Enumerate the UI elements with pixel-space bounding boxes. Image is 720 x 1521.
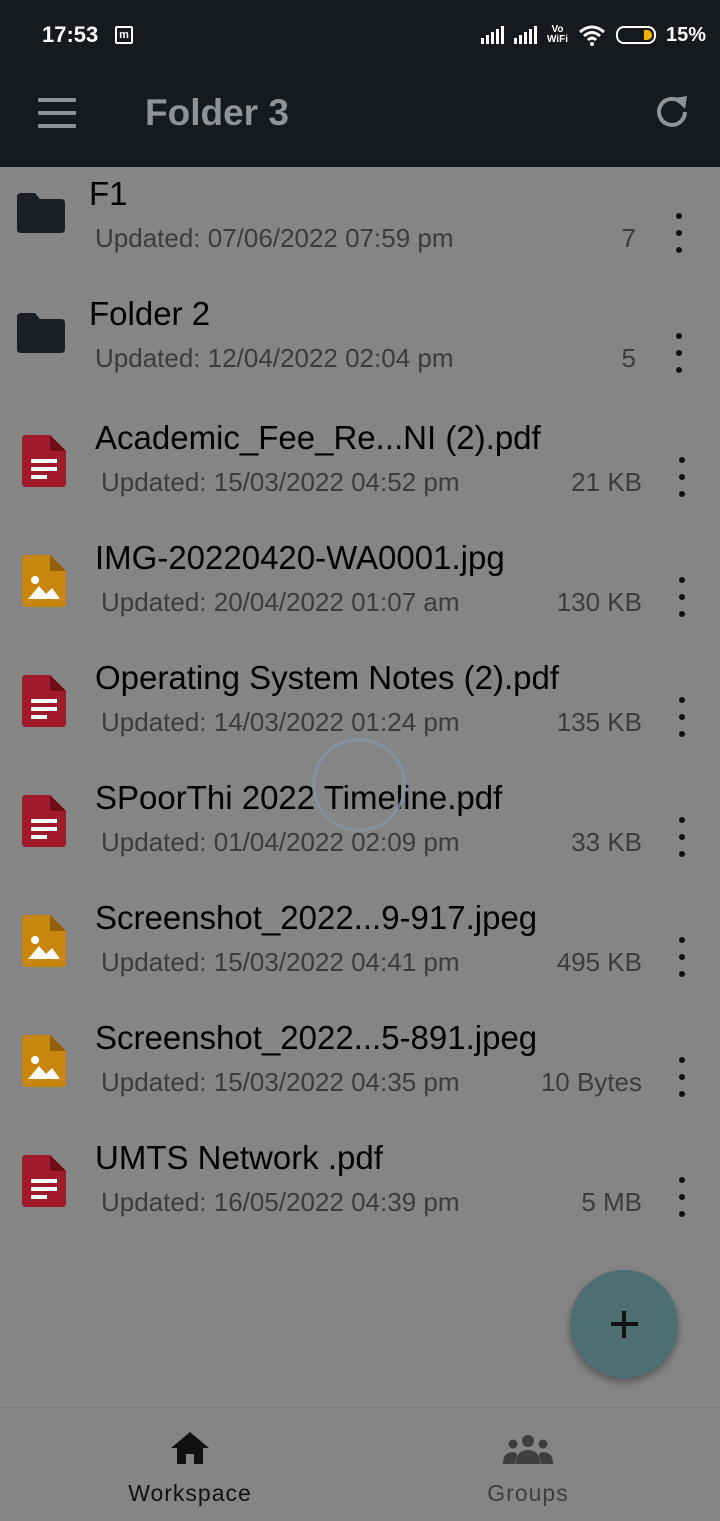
signal-icon <box>513 26 537 44</box>
file-row[interactable]: Academic_Fee_Re...NI (2).pdf Updated: 15/… <box>0 407 720 527</box>
pdf-file-icon <box>22 795 66 847</box>
item-name: Screenshot_2022...9-917.jpeg <box>95 899 538 936</box>
image-file-icon <box>22 1035 66 1087</box>
item-updated: Updated: 20/04/2022 01:07 am <box>101 587 460 617</box>
folder-icon <box>17 313 65 353</box>
image-file-icon <box>22 915 66 967</box>
tab-groups[interactable]: Groups <box>433 1408 623 1521</box>
more-options-icon[interactable] <box>672 1177 692 1217</box>
item-size: 33 KB <box>571 827 642 857</box>
item-size: 21 KB <box>571 467 642 497</box>
item-size: 135 KB <box>556 707 642 737</box>
item-name: UMTS Network .pdf <box>95 1139 383 1176</box>
more-options-icon[interactable] <box>672 817 692 857</box>
signal-icon <box>480 26 504 44</box>
page-title: Folder 3 <box>145 92 289 133</box>
item-size: 5 <box>621 343 636 373</box>
status-time: 17:53 <box>42 22 99 47</box>
pdf-file-icon <box>22 435 66 487</box>
status-indicators: Vo WiFi 15% <box>480 20 706 50</box>
item-name: Academic_Fee_Re...NI (2).pdf <box>95 419 541 456</box>
tab-workspace-label: Workspace <box>128 1480 252 1506</box>
battery-icon <box>615 26 656 44</box>
more-options-icon[interactable] <box>672 457 692 497</box>
notification-icon: m <box>115 26 133 44</box>
pdf-file-icon <box>22 1155 66 1207</box>
groups-icon <box>503 1435 553 1464</box>
more-options-icon[interactable] <box>672 1057 692 1097</box>
item-updated: Updated: 16/05/2022 04:39 pm <box>101 1187 460 1217</box>
image-file-icon <box>22 555 66 607</box>
tab-groups-label: Groups <box>487 1480 569 1506</box>
bottom-nav: Workspace Groups <box>0 1407 720 1521</box>
file-row[interactable]: Screenshot_2022...9-917.jpeg Updated: 15/… <box>0 887 720 1007</box>
item-size: 495 KB <box>556 947 642 977</box>
menu-icon[interactable] <box>38 98 76 128</box>
tab-workspace[interactable]: Workspace <box>95 1408 285 1521</box>
folder-row[interactable]: F1 Updated: 07/06/2022 07:59 pm 7 <box>0 167 720 287</box>
item-name: F1 <box>89 175 128 212</box>
more-options-icon[interactable] <box>672 697 692 737</box>
item-size: 5 MB <box>581 1187 642 1217</box>
item-updated: Updated: 12/04/2022 02:04 pm <box>95 343 454 373</box>
app-bar: Folder 3 <box>0 68 720 167</box>
item-size: 10 Bytes <box>540 1067 642 1097</box>
vowifi-icon: Vo WiFi <box>546 24 568 45</box>
item-name: IMG-20220420-WA0001.jpg <box>95 539 505 576</box>
item-name: Screenshot_2022...5-891.jpeg <box>95 1019 538 1056</box>
battery-percent: 15% <box>665 23 706 46</box>
item-size: 7 <box>621 223 636 253</box>
pdf-file-icon <box>22 675 66 727</box>
item-name: SPoorThi 2022 Timeline.pdf <box>95 779 503 816</box>
item-size: 130 KB <box>556 587 642 617</box>
more-options-icon[interactable] <box>672 577 692 617</box>
wifi-icon <box>579 25 605 46</box>
add-button[interactable] <box>570 1270 678 1378</box>
item-updated: Updated: 15/03/2022 04:52 pm <box>101 467 460 497</box>
file-row[interactable]: Screenshot_2022...5-891.jpeg Updated: 15/… <box>0 1007 720 1127</box>
item-updated: Updated: 07/06/2022 07:59 pm <box>95 223 454 253</box>
file-list: F1 Updated: 07/06/2022 07:59 pm 7 Folder 2 U… <box>0 167 720 1247</box>
item-name: Operating System Notes (2).pdf <box>95 659 560 696</box>
item-name: Folder 2 <box>89 295 211 332</box>
home-icon <box>171 1432 209 1464</box>
loading-spinner <box>312 738 406 832</box>
item-updated: Updated: 15/03/2022 04:35 pm <box>101 1067 460 1097</box>
more-options-icon[interactable] <box>669 333 689 373</box>
status-bar: 17:53 m Vo WiFi 15% <box>0 0 720 68</box>
more-options-icon[interactable] <box>672 937 692 977</box>
folder-row[interactable]: Folder 2 Updated: 12/04/2022 02:04 pm 5 <box>0 287 720 407</box>
item-updated: Updated: 14/03/2022 01:24 pm <box>101 707 460 737</box>
file-row[interactable]: IMG-20220420-WA0001.jpg Updated: 20/04/20… <box>0 527 720 647</box>
more-options-icon[interactable] <box>669 213 689 253</box>
folder-icon <box>17 193 65 233</box>
item-updated: Updated: 01/04/2022 02:09 pm <box>101 827 460 857</box>
file-row[interactable]: UMTS Network .pdf Updated: 16/05/2022 04:… <box>0 1127 720 1247</box>
refresh-icon[interactable] <box>652 92 692 132</box>
item-updated: Updated: 15/03/2022 04:41 pm <box>101 947 460 977</box>
